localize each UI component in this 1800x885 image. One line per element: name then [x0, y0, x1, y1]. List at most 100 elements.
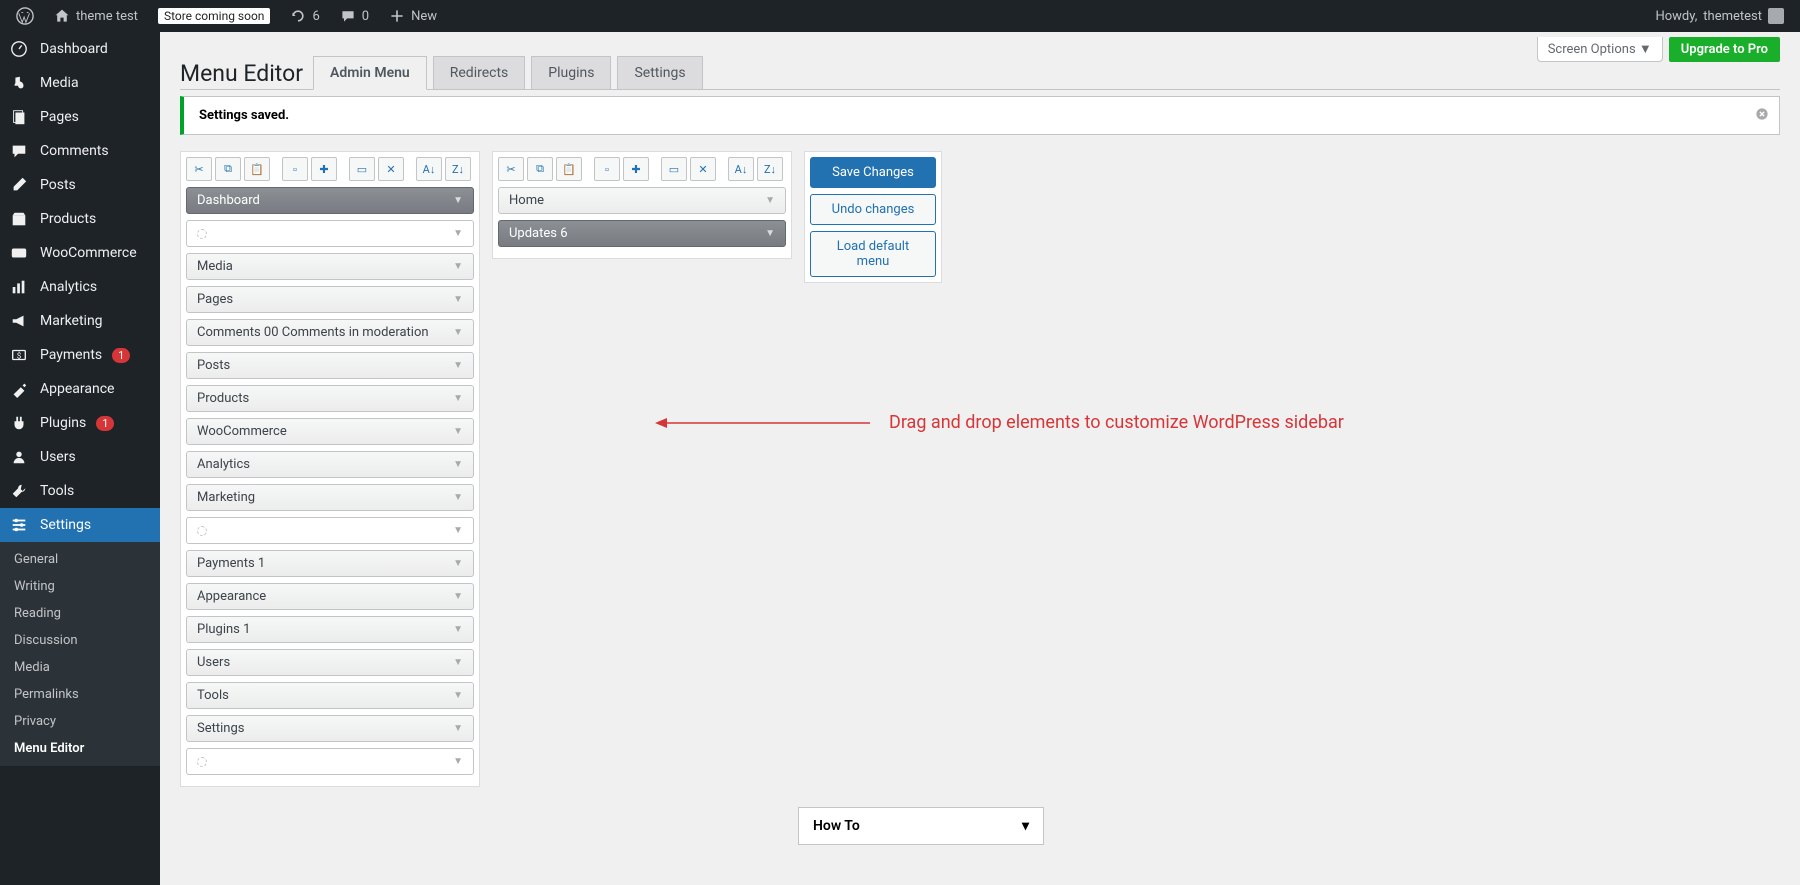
new-link[interactable]: New	[381, 0, 445, 32]
paste-button[interactable]: 📋	[556, 157, 582, 181]
undo-changes-button[interactable]: Undo changes	[810, 194, 936, 225]
sidebar-item-dashboard[interactable]: Dashboard	[0, 32, 160, 66]
menu-item-comments[interactable]: Comments 00 Comments in moderation▼	[186, 319, 474, 346]
sidebar-item-users[interactable]: Users	[0, 440, 160, 474]
site-name-link[interactable]: theme test	[46, 0, 146, 32]
copy-button[interactable]: ⧉	[215, 157, 241, 181]
posts-icon	[10, 176, 30, 194]
sidebar-sub-general[interactable]: General	[0, 546, 160, 573]
chevron-down-icon: ▼	[453, 261, 463, 272]
screen-options-toggle[interactable]: Screen Options ▼	[1537, 37, 1663, 62]
top-level-toolbar: ✂⧉📋 ▫✚ ▭✕ A↓ Z↓	[186, 157, 474, 181]
sidebar-sub-reading[interactable]: Reading	[0, 600, 160, 627]
store-status[interactable]: Store coming soon	[150, 0, 279, 32]
del-button[interactable]: ✕	[690, 157, 716, 181]
sidebar-item-label: Comments	[40, 143, 109, 159]
how-to-dropdown[interactable]: How To▾	[798, 807, 1044, 845]
admin-bar: theme test Store coming soon 6 0 New How…	[0, 0, 1800, 32]
menu-item-home[interactable]: Home▼	[498, 187, 786, 214]
sortaz-icon: A↓	[735, 163, 748, 176]
menu-item-users[interactable]: Users▼	[186, 649, 474, 676]
menu-item-label: WooCommerce	[197, 424, 287, 439]
cut-button[interactable]: ✂	[186, 157, 212, 181]
menu-item-woocommerce[interactable]: WooCommerce▼	[186, 418, 474, 445]
tab-settings[interactable]: Settings	[617, 56, 702, 90]
add-button[interactable]: ✚	[311, 157, 337, 181]
sidebar-item-payments[interactable]: $Payments1	[0, 338, 160, 372]
sidebar-item-pages[interactable]: Pages	[0, 100, 160, 134]
add-button[interactable]: ✚	[623, 157, 649, 181]
menu-item-updates[interactable]: Updates 6▼	[498, 220, 786, 247]
wp-logo[interactable]	[8, 0, 42, 32]
sortaz-button[interactable]: A↓	[416, 157, 442, 181]
sidebar-sub-menu-editor[interactable]: Menu Editor	[0, 735, 160, 762]
menu-item-appearance[interactable]: Appearance▼	[186, 583, 474, 610]
sortza-button[interactable]: Z↓	[445, 157, 471, 181]
sidebar-item-label: Plugins	[40, 415, 86, 431]
menu-item-products[interactable]: Products▼	[186, 385, 474, 412]
new-button[interactable]: ▫	[282, 157, 308, 181]
copy-button[interactable]: ⧉	[527, 157, 553, 181]
sidebar-item-label: Payments	[40, 347, 102, 363]
tab-admin-menu[interactable]: Admin Menu	[313, 56, 427, 90]
hide-button[interactable]: ▭	[661, 157, 687, 181]
sidebar-sub-media[interactable]: Media	[0, 654, 160, 681]
menu-item-label: Dashboard	[197, 193, 260, 208]
submenu-panel: ✂⧉📋 ▫✚ ▭ ✕ A↓ Z↓ Home▼ Updates 6▼	[492, 151, 792, 259]
sidebar-item-settings[interactable]: Settings	[0, 508, 160, 542]
sidebar-item-comments[interactable]: Comments	[0, 134, 160, 168]
menu-separator[interactable]: ▼	[186, 220, 474, 247]
menu-item-label: Marketing	[197, 490, 255, 505]
sidebar-item-analytics[interactable]: Analytics	[0, 270, 160, 304]
sidebar-item-products[interactable]: Products	[0, 202, 160, 236]
sidebar-item-woocommerce[interactable]: WooCommerce	[0, 236, 160, 270]
sortza-button[interactable]: Z↓	[757, 157, 783, 181]
sidebar-item-label: WooCommerce	[40, 245, 137, 261]
top-level-items: Dashboard▼▼Media▼Pages▼Comments 00 Comme…	[186, 187, 474, 775]
chevron-down-icon: ▼	[453, 228, 463, 239]
upgrade-button[interactable]: Upgrade to Pro	[1669, 37, 1780, 62]
menu-item-marketing[interactable]: Marketing▼	[186, 484, 474, 511]
sortza-icon: Z↓	[452, 163, 464, 176]
menu-item-label: Posts	[197, 358, 230, 373]
account-link[interactable]: Howdy, themetest	[1647, 0, 1792, 32]
wordpress-icon	[16, 7, 34, 25]
sidebar-sub-privacy[interactable]: Privacy	[0, 708, 160, 735]
menu-item-analytics[interactable]: Analytics▼	[186, 451, 474, 478]
sidebar-item-appearance[interactable]: Appearance	[0, 372, 160, 406]
sidebar-item-marketing[interactable]: Marketing	[0, 304, 160, 338]
hide-icon: ▭	[669, 163, 679, 176]
del-button[interactable]: ✕	[378, 157, 404, 181]
sidebar-item-posts[interactable]: Posts	[0, 168, 160, 202]
sortaz-button[interactable]: A↓	[728, 157, 754, 181]
menu-item-media[interactable]: Media▼	[186, 253, 474, 280]
comments-count: 0	[362, 9, 369, 24]
paste-button[interactable]: 📋	[244, 157, 270, 181]
menu-item-dashboard[interactable]: Dashboard▼	[186, 187, 474, 214]
tab-redirects[interactable]: Redirects	[433, 56, 526, 90]
menu-separator[interactable]: ▼	[186, 517, 474, 544]
sidebar-item-media[interactable]: Media	[0, 66, 160, 100]
dismiss-notice-button[interactable]	[1755, 107, 1769, 121]
load-default-button[interactable]: Load default menu	[810, 231, 936, 277]
menu-separator[interactable]: ▼	[186, 748, 474, 775]
sidebar-sub-writing[interactable]: Writing	[0, 573, 160, 600]
menu-item-settings[interactable]: Settings▼	[186, 715, 474, 742]
sidebar-sub-discussion[interactable]: Discussion	[0, 627, 160, 654]
sidebar-item-plugins[interactable]: Plugins1	[0, 406, 160, 440]
menu-item-tools[interactable]: Tools▼	[186, 682, 474, 709]
menu-item-pages[interactable]: Pages▼	[186, 286, 474, 313]
cut-button[interactable]: ✂	[498, 157, 524, 181]
hide-button[interactable]: ▭	[349, 157, 375, 181]
sidebar-item-tools[interactable]: Tools	[0, 474, 160, 508]
updates-link[interactable]: 6	[282, 0, 327, 32]
comments-link[interactable]: 0	[332, 0, 377, 32]
sidebar-sub-permalinks[interactable]: Permalinks	[0, 681, 160, 708]
menu-item-payments[interactable]: Payments 1▼	[186, 550, 474, 577]
save-changes-button[interactable]: Save Changes	[810, 157, 936, 188]
menu-item-posts[interactable]: Posts▼	[186, 352, 474, 379]
menu-item-plugins[interactable]: Plugins 1▼	[186, 616, 474, 643]
chevron-down-icon: ▼	[453, 624, 463, 635]
new-button[interactable]: ▫	[594, 157, 620, 181]
tab-plugins[interactable]: Plugins	[531, 56, 611, 90]
